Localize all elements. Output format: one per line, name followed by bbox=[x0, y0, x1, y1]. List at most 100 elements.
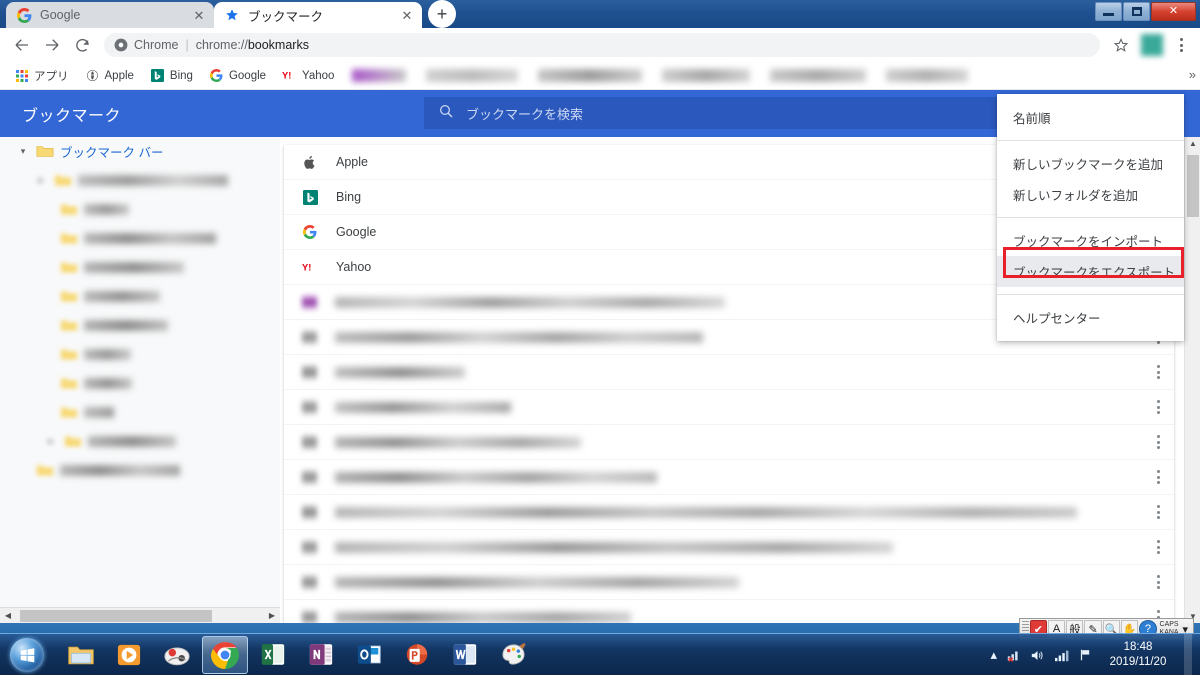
tree-root-bookmarks-bar[interactable]: ▾ ブックマーク バー bbox=[0, 137, 280, 166]
row-menu-icon[interactable] bbox=[1157, 505, 1160, 519]
taskbar-excel[interactable] bbox=[250, 636, 296, 674]
bookmark-blurred[interactable] bbox=[538, 69, 643, 82]
chevron-right-icon[interactable]: ▸ bbox=[44, 436, 58, 447]
tree-folder-blurred[interactable] bbox=[0, 340, 280, 369]
list-item[interactable] bbox=[284, 425, 1174, 460]
taskbar-outlook[interactable] bbox=[346, 636, 392, 674]
bookmark-bing[interactable]: Bing bbox=[144, 66, 199, 85]
tree-folder-blurred[interactable] bbox=[0, 195, 280, 224]
scroll-thumb[interactable] bbox=[20, 609, 212, 622]
menu-item-sort-by-name[interactable]: 名前順 bbox=[997, 102, 1184, 133]
taskbar-clock[interactable]: 18:48 2019/11/20 bbox=[1105, 640, 1171, 670]
tab-google[interactable]: Google ✕ bbox=[6, 2, 214, 28]
scroll-track[interactable] bbox=[16, 609, 264, 622]
folder-icon bbox=[36, 144, 54, 159]
bookmark-name-blurred bbox=[335, 331, 703, 343]
tree-folder-blurred[interactable]: ▸ bbox=[0, 427, 280, 456]
signal-icon[interactable] bbox=[1054, 649, 1069, 662]
menu-item-help-center[interactable]: ヘルプセンター bbox=[997, 302, 1184, 333]
scroll-left-icon[interactable]: ◀ bbox=[0, 611, 16, 620]
bookmark-name-blurred bbox=[335, 436, 581, 448]
row-menu-icon[interactable] bbox=[1157, 400, 1160, 414]
start-button[interactable] bbox=[2, 635, 52, 675]
scroll-thumb[interactable] bbox=[1187, 155, 1199, 217]
menu-item-export-bookmarks[interactable]: ブックマークをエクスポート bbox=[997, 256, 1184, 287]
taskbar-powerpoint[interactable] bbox=[394, 636, 440, 674]
row-menu-icon[interactable] bbox=[1157, 470, 1160, 484]
tree-folder-blurred[interactable]: ▸ bbox=[0, 166, 280, 195]
tree-folder-blurred[interactable] bbox=[0, 456, 280, 485]
apps-grid-icon bbox=[14, 68, 29, 83]
menu-item-import-bookmarks[interactable]: ブックマークをインポート bbox=[997, 225, 1184, 256]
tree-label-blurred bbox=[78, 175, 228, 186]
taskbar-chrome[interactable] bbox=[202, 635, 248, 674]
scroll-right-icon[interactable]: ▶ bbox=[264, 611, 280, 620]
sidebar-horizontal-scrollbar[interactable]: ◀ ▶ bbox=[0, 607, 280, 623]
chrome-menu-icon[interactable] bbox=[1170, 38, 1192, 52]
bookmark-yahoo[interactable]: Y! Yahoo bbox=[276, 66, 340, 85]
bookmark-google[interactable]: Google bbox=[203, 66, 272, 85]
bookmark-name-blurred bbox=[335, 506, 1077, 518]
bookmark-blurred[interactable] bbox=[770, 69, 867, 82]
taskbar-word[interactable] bbox=[442, 636, 488, 674]
menu-item-add-folder[interactable]: 新しいフォルダを追加 bbox=[997, 179, 1184, 210]
list-item[interactable] bbox=[284, 565, 1174, 600]
profile-avatar[interactable] bbox=[1141, 34, 1163, 56]
row-menu-icon[interactable] bbox=[1157, 575, 1160, 589]
tab-close-icon[interactable]: ✕ bbox=[400, 9, 414, 22]
tree-folder-blurred[interactable] bbox=[0, 398, 280, 427]
chevron-down-icon[interactable]: ▾ bbox=[16, 146, 30, 157]
bookmark-blurred[interactable] bbox=[352, 69, 407, 82]
tree-folder-blurred[interactable] bbox=[0, 253, 280, 282]
scroll-up-icon[interactable]: ▲ bbox=[1185, 139, 1200, 148]
action-center-icon[interactable] bbox=[1078, 648, 1092, 662]
chevron-right-icon[interactable]: ▸ bbox=[34, 175, 48, 186]
favicon-blurred bbox=[302, 539, 317, 555]
taskbar-custom-app[interactable] bbox=[154, 636, 200, 674]
search-input[interactable]: ブックマークを検索 bbox=[424, 97, 997, 129]
menu-divider bbox=[997, 217, 1184, 218]
list-item[interactable] bbox=[284, 530, 1174, 565]
bookmark-blurred[interactable] bbox=[426, 69, 519, 82]
taskbar-media-player[interactable] bbox=[106, 636, 152, 674]
minimize-button[interactable] bbox=[1095, 2, 1122, 21]
taskbar-onenote[interactable] bbox=[298, 636, 344, 674]
back-icon[interactable] bbox=[8, 31, 36, 59]
apps-shortcut[interactable]: アプリ bbox=[8, 66, 75, 86]
omnibox-url: chrome://bookmarks bbox=[195, 38, 309, 52]
tab-close-icon[interactable]: ✕ bbox=[192, 9, 206, 22]
tree-folder-blurred[interactable] bbox=[0, 282, 280, 311]
menu-item-add-bookmark[interactable]: 新しいブックマークを追加 bbox=[997, 148, 1184, 179]
show-hidden-icons-button[interactable]: ▴ bbox=[990, 647, 997, 663]
list-item[interactable] bbox=[284, 460, 1174, 495]
row-menu-icon[interactable] bbox=[1157, 365, 1160, 379]
address-bar[interactable]: Chrome | chrome://bookmarks bbox=[104, 33, 1100, 57]
omnibox-separator: | bbox=[185, 38, 189, 52]
page-vertical-scrollbar[interactable]: ▲ ▼ bbox=[1184, 137, 1200, 623]
list-item[interactable] bbox=[284, 495, 1174, 530]
bookmark-blurred[interactable] bbox=[662, 69, 751, 82]
show-desktop-button[interactable] bbox=[1184, 634, 1192, 675]
taskbar-paint[interactable] bbox=[490, 636, 536, 674]
row-menu-icon[interactable] bbox=[1157, 435, 1160, 449]
tree-folder-blurred[interactable] bbox=[0, 311, 280, 340]
bookmarks-overflow-icon[interactable]: » bbox=[1189, 67, 1196, 82]
network-icon[interactable] bbox=[1006, 649, 1021, 662]
folder-icon bbox=[60, 405, 78, 420]
close-button[interactable]: ✕ bbox=[1151, 2, 1196, 21]
tree-folder-blurred[interactable] bbox=[0, 224, 280, 253]
forward-icon[interactable] bbox=[38, 31, 66, 59]
list-item[interactable] bbox=[284, 355, 1174, 390]
list-item[interactable] bbox=[284, 390, 1174, 425]
tree-folder-blurred[interactable] bbox=[0, 369, 280, 398]
row-menu-icon[interactable] bbox=[1157, 540, 1160, 554]
bookmark-star-icon[interactable] bbox=[1108, 32, 1134, 58]
bookmark-apple[interactable]: Apple bbox=[79, 66, 140, 85]
maximize-button[interactable] bbox=[1123, 2, 1150, 21]
volume-icon[interactable] bbox=[1030, 649, 1045, 662]
bookmark-blurred[interactable] bbox=[886, 69, 969, 82]
reload-icon[interactable] bbox=[68, 31, 96, 59]
taskbar-explorer[interactable] bbox=[58, 636, 104, 674]
new-tab-button[interactable]: + bbox=[428, 0, 456, 28]
tab-bookmarks[interactable]: ブックマーク ✕ bbox=[214, 2, 422, 28]
